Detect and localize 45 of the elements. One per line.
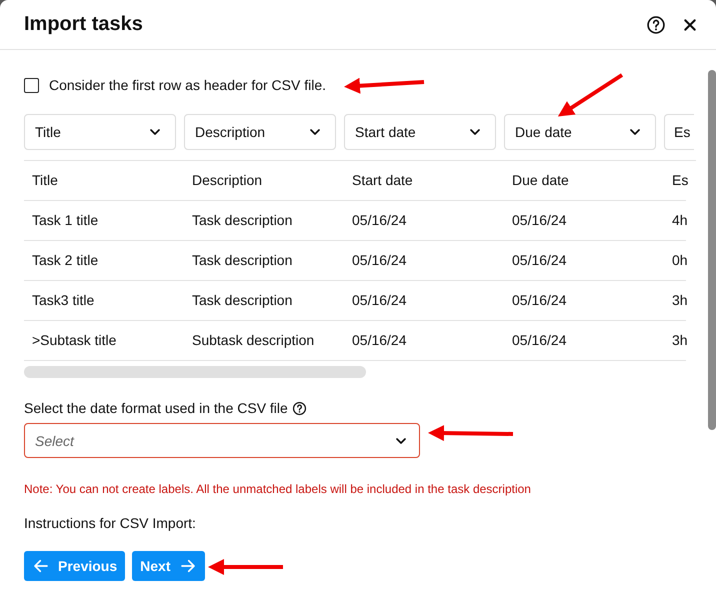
date-format-select[interactable]: Select (24, 423, 420, 458)
table-cell: 4h (664, 201, 686, 241)
field-label: Select the date format used in the CSV file (24, 400, 288, 416)
checkbox-label: Consider the first row as header for CSV file. (49, 77, 326, 93)
table-cell: Task description (184, 201, 344, 241)
table-cell: 05/16/24 (344, 201, 504, 241)
table-cell: Task3 title (24, 281, 184, 321)
annotation-arrow (558, 73, 624, 117)
table-cell: Task 1 title (24, 201, 184, 241)
column-header: Start date (344, 161, 504, 201)
column-header: Es (664, 161, 686, 201)
table-cell: Task description (184, 241, 344, 281)
column-header: Title (24, 161, 184, 201)
column-select[interactable]: Description (184, 114, 336, 150)
table-cell: 3h (664, 321, 686, 361)
table-cell: >Subtask title (24, 321, 184, 361)
table-cell: Task 2 title (24, 241, 184, 281)
arrow-left-icon (32, 557, 50, 575)
table-cell: Task description (184, 281, 344, 321)
scrollbar-thumb[interactable] (708, 70, 716, 430)
table-cell: 05/16/24 (344, 321, 504, 361)
arrow-right-icon (178, 557, 196, 575)
column-header: Description (184, 161, 344, 201)
help-icon (292, 400, 307, 416)
column-select[interactable]: Title (24, 114, 176, 150)
table-cell: 0h (664, 241, 686, 281)
help-icon (646, 14, 666, 34)
column-select[interactable]: Due date (504, 114, 656, 150)
checkbox[interactable] (24, 78, 39, 92)
column-select[interactable]: Start date (344, 114, 496, 150)
table-cell: 05/16/24 (504, 201, 664, 241)
column-select[interactable]: Es (664, 114, 694, 150)
table-cell: 05/16/24 (504, 281, 664, 321)
close-icon (682, 16, 698, 32)
table-cell: 05/16/24 (344, 241, 504, 281)
note-text: Note: You can not create labels. All the unmatched labels will be included in the task description (24, 482, 532, 496)
table-cell: Subtask description (184, 321, 344, 361)
table-cell: 05/16/24 (504, 321, 664, 361)
dialog-title: Import tasks (24, 13, 143, 36)
table-cell: 3h (664, 281, 686, 321)
instructions-heading: Instructions for CSV Import: (24, 515, 197, 531)
scrollbar-thumb[interactable] (24, 366, 366, 378)
table-cell: 05/16/24 (344, 281, 504, 321)
column-header: Due date (504, 161, 664, 201)
table-cell: 05/16/24 (504, 241, 664, 281)
